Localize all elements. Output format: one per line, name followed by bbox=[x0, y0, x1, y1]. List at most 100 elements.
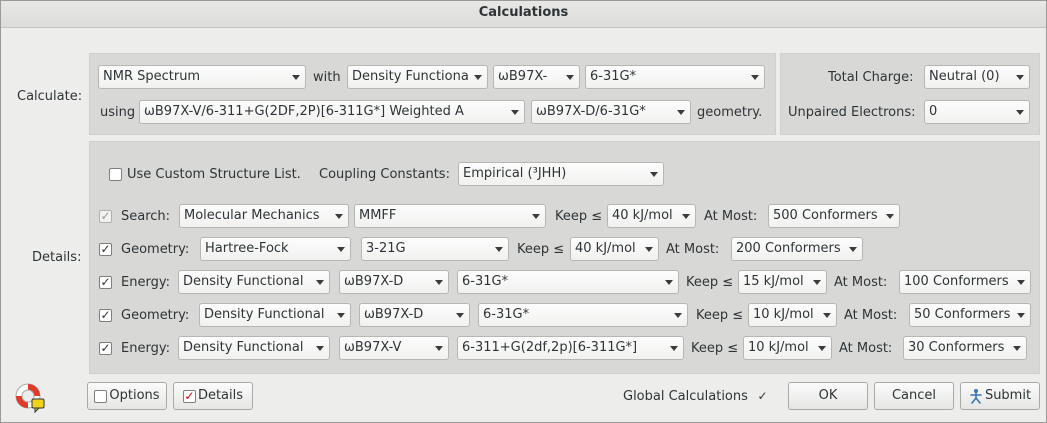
chevron-down-icon bbox=[337, 313, 345, 318]
search-keep-select[interactable]: 40 kJ/mol bbox=[607, 204, 696, 228]
chevron-down-icon bbox=[435, 280, 443, 285]
chevron-down-icon bbox=[435, 346, 443, 351]
search-checkbox[interactable]: ✓ bbox=[99, 210, 112, 223]
chevron-down-icon bbox=[316, 280, 324, 285]
with-label: with bbox=[313, 70, 341, 85]
geometry2-at-most-value: 50 Conformers bbox=[914, 307, 1011, 322]
search-keep-value: 40 kJ/mol bbox=[612, 208, 673, 223]
geometry2-keep-value: 10 kJ/mol bbox=[753, 307, 814, 322]
calculate-label: Calculate: bbox=[17, 89, 83, 104]
functional-select[interactable]: ωB97X- bbox=[493, 65, 580, 89]
search-keep-label: Keep ≤ bbox=[555, 209, 603, 224]
energy2-checkbox[interactable]: ✓ bbox=[99, 342, 112, 355]
geometry2-functional-select[interactable]: ωB97X-D bbox=[359, 303, 470, 327]
search-method-select[interactable]: Molecular Mechanics bbox=[179, 204, 349, 228]
chevron-down-icon bbox=[1016, 110, 1024, 115]
chevron-down-icon bbox=[849, 247, 857, 252]
energy2-functional-select[interactable]: ωB97X-V bbox=[339, 336, 449, 360]
energy1-functional-select[interactable]: ωB97X-D bbox=[339, 270, 449, 294]
geometry1-at-most-select[interactable]: 200 Conformers bbox=[731, 237, 863, 261]
submit-button[interactable]: Submit bbox=[960, 382, 1040, 410]
chevron-down-icon bbox=[682, 214, 690, 219]
chevron-down-icon bbox=[823, 313, 831, 318]
energy2-method-value: Density Functional bbox=[183, 340, 304, 355]
method-select[interactable]: Density Functiona bbox=[347, 65, 488, 89]
geometry2-keep-label: Keep ≤ bbox=[696, 308, 744, 323]
energy1-method-value: Density Functional bbox=[183, 274, 304, 289]
functional-value: ωB97X- bbox=[498, 69, 548, 84]
chevron-down-icon bbox=[751, 75, 759, 80]
window-title: Calculations bbox=[0, 0, 1047, 28]
geometry-method-select[interactable]: ωB97X-D/6-31G* bbox=[531, 100, 691, 124]
chevron-down-icon bbox=[456, 313, 464, 318]
using-method-select[interactable]: ωB97X-V/6-311+G(2DF,2P)[6-311G*] Weighte… bbox=[139, 100, 525, 124]
geometry2-method-value: Density Functional bbox=[204, 307, 325, 322]
details-label: Details: bbox=[32, 250, 82, 265]
search-basis-select[interactable]: MMFF bbox=[354, 204, 546, 228]
energy2-keep-label: Keep ≤ bbox=[691, 341, 739, 356]
chevron-down-icon bbox=[818, 346, 826, 351]
unpaired-electrons-select[interactable]: 0 bbox=[924, 100, 1030, 124]
search-at-most-select[interactable]: 500 Conformers bbox=[768, 204, 900, 228]
geometry2-label: Geometry: bbox=[121, 308, 190, 323]
custom-structure-checkbox[interactable] bbox=[109, 168, 122, 181]
chevron-down-icon bbox=[677, 110, 685, 115]
energy1-keep-select[interactable]: 15 kJ/mol bbox=[738, 270, 827, 294]
energy1-at-most-value: 100 Conformers bbox=[904, 274, 1009, 289]
details-button[interactable]: ✓ Details bbox=[173, 382, 253, 410]
coupling-constants-label: Coupling Constants: bbox=[319, 167, 450, 182]
chevron-down-icon bbox=[813, 280, 821, 285]
chevron-down-icon bbox=[1017, 313, 1025, 318]
energy1-keep-value: 15 kJ/mol bbox=[743, 274, 804, 289]
chevron-down-icon bbox=[645, 247, 653, 252]
energy1-method-select[interactable]: Density Functional bbox=[178, 270, 330, 294]
global-calculations-checkbox[interactable]: ✓ bbox=[756, 390, 769, 403]
coupling-constants-select[interactable]: Empirical (³JHH) bbox=[458, 162, 664, 186]
energy1-checkbox[interactable]: ✓ bbox=[99, 276, 112, 289]
options-button[interactable]: Options bbox=[87, 382, 167, 410]
basis-value: 6-31G* bbox=[590, 69, 637, 84]
unpaired-electrons-label: Unpaired Electrons: bbox=[788, 105, 916, 120]
geometry1-basis-select[interactable]: 3-21G bbox=[361, 237, 509, 261]
search-basis-value: MMFF bbox=[359, 208, 397, 223]
geometry1-method-select[interactable]: Hartree-Fock bbox=[200, 237, 351, 261]
energy2-keep-value: 10 kJ/mol bbox=[748, 340, 809, 355]
chevron-down-icon bbox=[337, 247, 345, 252]
energy1-label: Energy: bbox=[121, 275, 170, 290]
energy2-keep-select[interactable]: 10 kJ/mol bbox=[743, 336, 832, 360]
geometry1-keep-select[interactable]: 40 kJ/mol bbox=[570, 237, 659, 261]
geometry1-at-most-value: 200 Conformers bbox=[736, 241, 841, 256]
geometry2-method-select[interactable]: Density Functional bbox=[199, 303, 351, 327]
chevron-down-icon bbox=[335, 214, 343, 219]
geometry-method-value: ωB97X-D/6-31G* bbox=[536, 104, 646, 119]
calculation-type-select[interactable]: NMR Spectrum bbox=[98, 65, 306, 89]
geometry1-keep-value: 40 kJ/mol bbox=[575, 241, 636, 256]
energy1-basis-select[interactable]: 6-31G* bbox=[457, 270, 679, 294]
geometry1-checkbox[interactable]: ✓ bbox=[99, 243, 112, 256]
search-at-most-label: At Most: bbox=[704, 209, 758, 224]
cancel-button[interactable]: Cancel bbox=[874, 382, 954, 410]
geometry1-basis-value: 3-21G bbox=[366, 241, 406, 256]
total-charge-label: Total Charge: bbox=[828, 70, 914, 85]
lifebuoy-icon[interactable] bbox=[14, 382, 46, 414]
energy2-at-most-label: At Most: bbox=[839, 341, 893, 356]
total-charge-select[interactable]: Neutral (0) bbox=[924, 65, 1030, 89]
details-button-label: Details bbox=[197, 388, 244, 403]
energy2-basis-select[interactable]: 6-311+G(2df,2p)[6-311G*] bbox=[457, 336, 684, 360]
energy2-method-select[interactable]: Density Functional bbox=[178, 336, 330, 360]
total-charge-value: Neutral (0) bbox=[929, 69, 1000, 84]
geometry2-keep-select[interactable]: 10 kJ/mol bbox=[748, 303, 837, 327]
geometry2-functional-value: ωB97X-D bbox=[364, 307, 424, 322]
energy1-at-most-select[interactable]: 100 Conformers bbox=[899, 270, 1031, 294]
energy2-at-most-value: 30 Conformers bbox=[908, 340, 1005, 355]
using-method-value: ωB97X-V/6-311+G(2DF,2P)[6-311G*] Weighte… bbox=[144, 104, 464, 119]
ok-button[interactable]: OK bbox=[788, 382, 868, 410]
energy1-basis-value: 6-31G* bbox=[462, 274, 509, 289]
chevron-down-icon bbox=[1017, 280, 1025, 285]
geometry2-basis-select[interactable]: 6-31G* bbox=[478, 303, 688, 327]
options-checkbox bbox=[94, 389, 108, 403]
basis-select[interactable]: 6-31G* bbox=[585, 65, 765, 89]
geometry2-at-most-select[interactable]: 50 Conformers bbox=[909, 303, 1031, 327]
geometry2-checkbox[interactable]: ✓ bbox=[99, 309, 112, 322]
energy2-at-most-select[interactable]: 30 Conformers bbox=[903, 336, 1027, 360]
